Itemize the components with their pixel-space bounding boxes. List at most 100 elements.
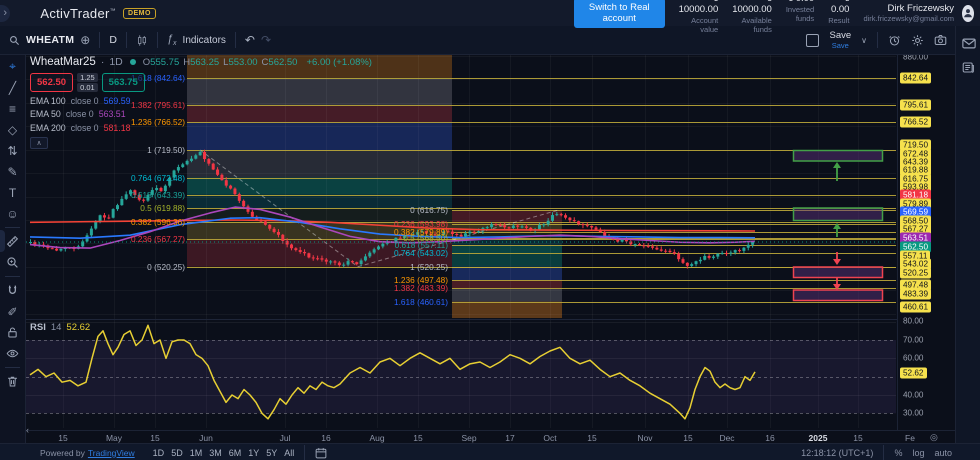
- go-to-realtime-icon[interactable]: ◎: [930, 432, 938, 443]
- zoom-tool[interactable]: [3, 253, 22, 272]
- undo-button[interactable]: ↶: [245, 33, 255, 47]
- rsi-value: 52.62: [66, 322, 90, 333]
- news-icon[interactable]: [962, 61, 975, 74]
- market-open-dot: [130, 59, 136, 65]
- magnifier-icon: [6, 256, 19, 269]
- range-button-3m[interactable]: 3M: [209, 448, 222, 458]
- date-ranges: 1D 5D 1M 3M 6M 1Y 5Y All: [153, 448, 295, 458]
- expand-sidebar-button[interactable]: ›: [0, 5, 10, 22]
- price-axis-label: 520.25: [900, 268, 931, 279]
- legend-collapse-button[interactable]: ∧: [30, 137, 48, 149]
- instrument-title[interactable]: WheatMar25: [30, 56, 96, 68]
- toolbar-divider: [5, 276, 20, 277]
- range-button-5d[interactable]: 5D: [171, 448, 183, 458]
- switch-to-real-button[interactable]: Switch to Real account: [574, 0, 665, 28]
- avatar[interactable]: [962, 5, 974, 22]
- spread-info: 1.25 0.01: [77, 73, 98, 92]
- time-axis-label: 16: [765, 433, 774, 443]
- lock-all-tool[interactable]: [3, 323, 22, 342]
- account-stats: € 10000.00Account value€ 10000.00Availab…: [679, 0, 850, 34]
- time-axis[interactable]: ◎ 15May15JunJul16Aug15Sep17Oct15Nov15Dec…: [0, 430, 955, 444]
- sell-button[interactable]: 562.50: [30, 73, 73, 92]
- percent-scale-button[interactable]: %: [894, 448, 902, 458]
- range-button-5y[interactable]: 5Y: [266, 448, 277, 458]
- magnet-tool[interactable]: [3, 281, 22, 300]
- save-menu-caret[interactable]: ∨: [861, 36, 867, 45]
- alert-icon[interactable]: [888, 34, 901, 47]
- price-axis[interactable]: 880.00842.64795.61766.52719.50672.48643.…: [897, 54, 956, 430]
- time-axis-label: Jul: [280, 433, 291, 443]
- price-axis-label: 842.64: [900, 73, 931, 84]
- time-axis-label: Fe: [905, 433, 915, 443]
- tradingview-link[interactable]: TradingView: [88, 448, 135, 458]
- log-scale-button[interactable]: log: [912, 448, 924, 458]
- ohlc-values: O555.75H563.25L553.00C562.50: [143, 56, 302, 68]
- demo-badge: DEMO: [123, 8, 156, 19]
- auto-scale-button[interactable]: auto: [934, 448, 952, 458]
- timeframe-button[interactable]: D: [109, 34, 117, 46]
- rsi-legend: RSI 14 52.62: [30, 322, 90, 333]
- symbol-search[interactable]: WHEATM ⊕: [0, 34, 99, 46]
- point-value: 0.01: [77, 83, 98, 92]
- ruler-icon: [6, 235, 19, 248]
- save-button[interactable]: Save Save: [829, 31, 851, 49]
- forecast-tool[interactable]: ⇅: [3, 141, 22, 160]
- camera-icon[interactable]: [934, 34, 947, 46]
- buy-button[interactable]: 563.75: [102, 73, 145, 92]
- timeline-collapse-icon[interactable]: ‹: [26, 425, 29, 435]
- search-icon: [9, 35, 20, 46]
- redo-button[interactable]: ↷: [261, 33, 271, 47]
- drawing-lock-tool[interactable]: ✐: [3, 302, 22, 321]
- layout-icon[interactable]: [806, 34, 819, 47]
- pane-separator[interactable]: [0, 319, 955, 320]
- range-button-6m[interactable]: 6M: [229, 448, 242, 458]
- text-tool[interactable]: T: [3, 183, 22, 202]
- eye-icon: [6, 347, 19, 360]
- ohlc-value: 553.00: [228, 57, 257, 68]
- range-button-1d[interactable]: 1D: [153, 448, 165, 458]
- indicators-button[interactable]: ƒx Indicators: [158, 33, 235, 47]
- stat-label: Account value: [679, 16, 719, 34]
- account-stat: € 0.00Result: [828, 0, 849, 34]
- ema-legend-row[interactable]: EMA 200close 0581.18: [30, 123, 372, 133]
- price-axis-label: 52.62: [900, 368, 927, 379]
- mail-icon[interactable]: [962, 38, 976, 49]
- time-axis-label: Aug: [369, 433, 384, 443]
- ohlc-value: 563.25: [190, 57, 219, 68]
- calendar-button[interactable]: [315, 447, 327, 459]
- watchlist-handle[interactable]: [0, 230, 5, 252]
- account-stat: € 0.00Invested funds: [786, 0, 814, 34]
- ema-legend-row[interactable]: EMA 100close 0569.59: [30, 96, 372, 106]
- settings-gear-icon[interactable]: [911, 34, 924, 47]
- chart-style-button[interactable]: [127, 34, 157, 47]
- account-stat: € 10000.00Account value: [679, 0, 719, 34]
- user-info[interactable]: Dirk Friczewsky dirk.friczewsky@gmail.co…: [863, 3, 954, 23]
- range-button-1y[interactable]: 1Y: [248, 448, 259, 458]
- brush-tool[interactable]: ✎: [3, 162, 22, 181]
- ema-legend-row[interactable]: EMA 50close 0563.51: [30, 109, 372, 119]
- emoji-tool[interactable]: ☺: [3, 204, 22, 223]
- trend-line-tool[interactable]: ╱: [3, 78, 22, 97]
- time-axis-label: 15: [683, 433, 692, 443]
- ema-value: 563.51: [99, 109, 126, 119]
- change-value: +6.00 (+1.08%): [306, 57, 372, 68]
- price-axis-label: 795.61: [900, 100, 931, 111]
- magnet-icon: [6, 284, 19, 297]
- crosshair-tool[interactable]: ⌖: [3, 57, 22, 76]
- ema-source: close 0: [66, 109, 94, 119]
- time-axis-label: Sep: [461, 433, 476, 443]
- add-symbol-icon[interactable]: ⊕: [80, 34, 90, 46]
- candles-icon: [136, 34, 148, 47]
- price-axis-label: 80.00: [900, 316, 927, 327]
- pattern-tool[interactable]: ◇: [3, 120, 22, 139]
- indicators-label: Indicators: [183, 35, 226, 46]
- toolbar-divider: [5, 227, 20, 228]
- time-axis-label: 15: [150, 433, 159, 443]
- time-axis-label: 2025: [809, 433, 828, 443]
- measure-tool[interactable]: [3, 232, 22, 251]
- hide-all-tool[interactable]: [3, 344, 22, 363]
- remove-all-tool[interactable]: [3, 372, 22, 391]
- range-button-all[interactable]: All: [284, 448, 294, 458]
- range-button-1m[interactable]: 1M: [190, 448, 203, 458]
- fib-retracement-tool[interactable]: ≡: [3, 99, 22, 118]
